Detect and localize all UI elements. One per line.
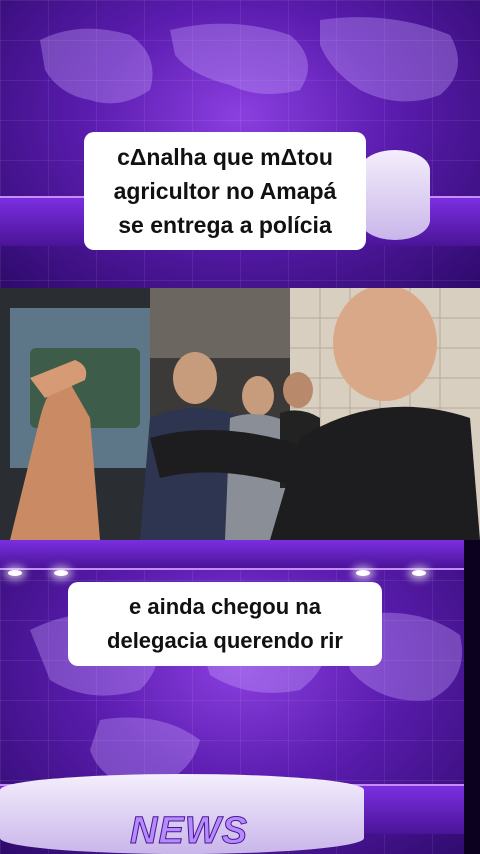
bottom-caption-line-2: delegacia querendo rir [107, 628, 343, 653]
top-caption: cΔnalha que mΔtou agricultor no Amapá se… [84, 132, 366, 250]
video-frame[interactable] [0, 288, 480, 540]
video-scene [0, 288, 480, 540]
stage-light [356, 570, 370, 576]
top-caption-line-3: se entrega a polícia [118, 212, 332, 238]
stage-lights [0, 570, 480, 580]
bottom-caption-line-1: e ainda chegou na [129, 594, 321, 619]
news-logo: NEWS [130, 810, 248, 853]
top-caption-line-2: agricultor no Amapá [113, 178, 337, 204]
stage-header-band [0, 540, 480, 570]
news-desk [360, 150, 430, 240]
stage-light [54, 570, 68, 576]
top-caption-line-1: cΔnalha que mΔtou [117, 144, 333, 170]
frame-edge [464, 540, 480, 854]
stage-light [8, 570, 22, 576]
bottom-caption: e ainda chegou na delegacia querendo rir [68, 582, 382, 666]
stage-light [412, 570, 426, 576]
top-news-background: cΔnalha que mΔtou agricultor no Amapá se… [0, 0, 480, 288]
